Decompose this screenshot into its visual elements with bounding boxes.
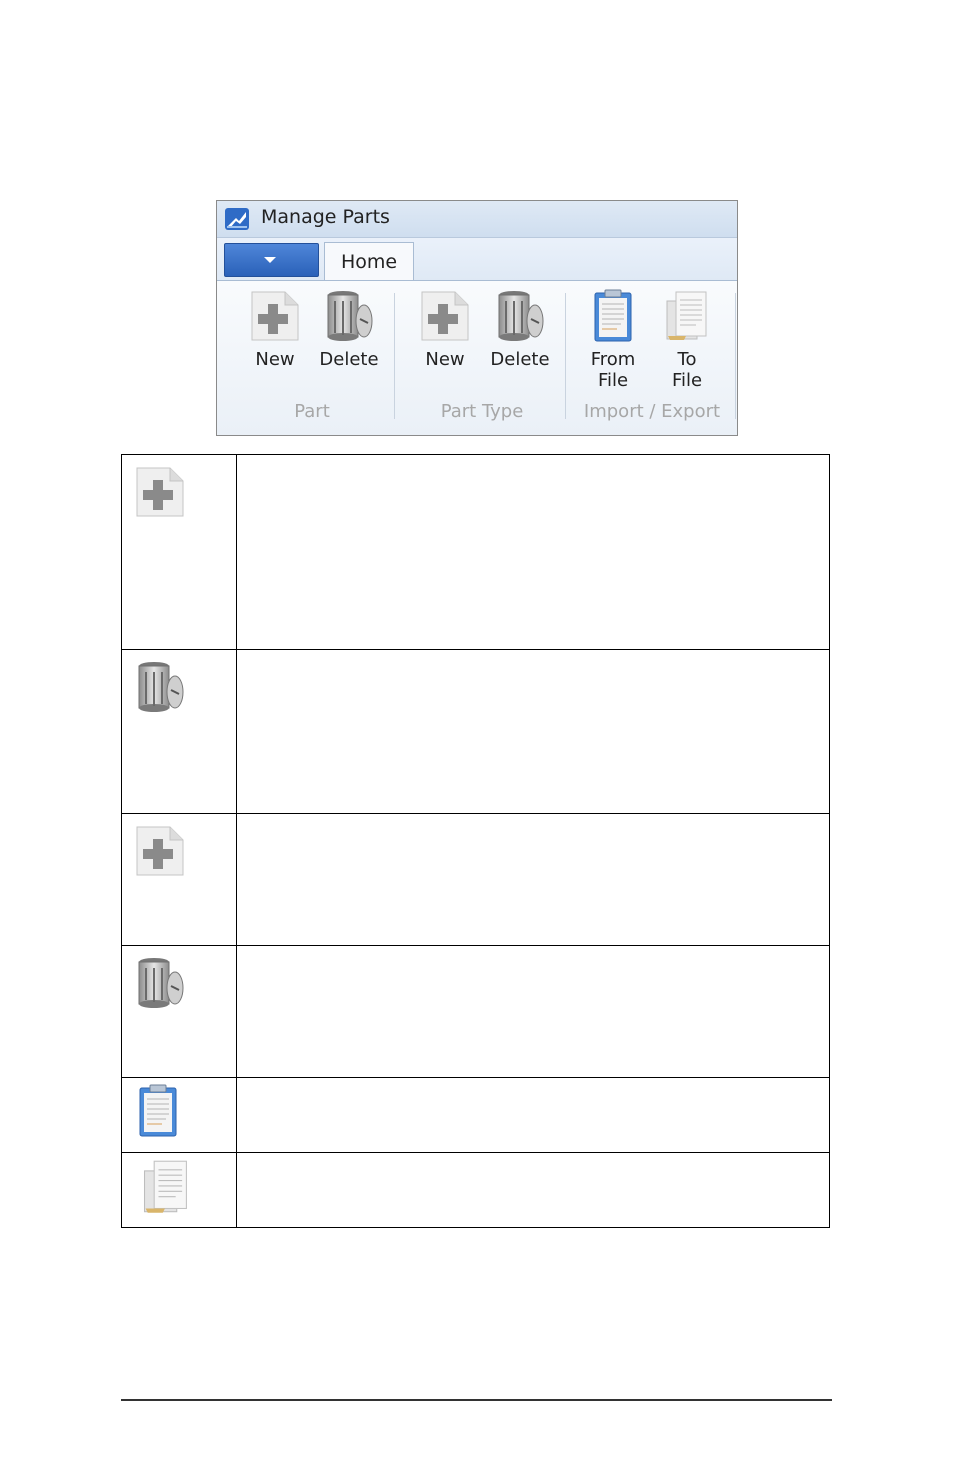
dropdown-arrow-icon bbox=[264, 257, 276, 263]
new-doc-icon bbox=[251, 291, 299, 341]
icon-cell bbox=[121, 454, 237, 650]
group-separator bbox=[735, 293, 736, 419]
table-row bbox=[121, 1152, 830, 1228]
description-cell bbox=[236, 1152, 830, 1228]
description-cell bbox=[236, 945, 830, 1078]
table-row bbox=[121, 649, 830, 814]
icon-cell bbox=[121, 813, 237, 946]
button-label: Delete bbox=[319, 349, 379, 370]
group-label-import-export: Import / Export bbox=[583, 401, 721, 422]
button-label-line2: File bbox=[597, 370, 629, 391]
button-label: New bbox=[255, 349, 295, 370]
icon-cell bbox=[121, 945, 237, 1078]
group-separator bbox=[394, 293, 395, 419]
table-row bbox=[121, 945, 830, 1078]
button-label: New bbox=[425, 349, 465, 370]
table-row bbox=[121, 454, 830, 650]
group-label-part-type: Part Type bbox=[440, 401, 524, 422]
group-label-part: Part bbox=[294, 401, 330, 422]
icon-cell bbox=[121, 649, 237, 814]
table-row bbox=[121, 1077, 830, 1153]
trash-can-icon bbox=[138, 958, 184, 1008]
description-cell bbox=[236, 649, 830, 814]
description-cell bbox=[236, 454, 830, 650]
button-label-line1: From bbox=[590, 349, 636, 370]
new-doc-icon bbox=[421, 291, 469, 341]
to-file-button[interactable]: To File bbox=[659, 289, 715, 391]
ribbon-panel: New Delete Part New Delete Part Type Fro… bbox=[217, 280, 737, 435]
button-label: Delete bbox=[490, 349, 550, 370]
manage-parts-window: Manage Parts Home New Delete Part New De… bbox=[216, 200, 738, 436]
button-description-table bbox=[121, 454, 830, 1228]
icon-cell bbox=[121, 1077, 237, 1153]
trash-can-icon bbox=[138, 662, 184, 712]
description-cell bbox=[236, 1077, 830, 1153]
title-bar: Manage Parts bbox=[217, 201, 737, 238]
documents-icon bbox=[666, 291, 707, 340]
description-cell bbox=[236, 813, 830, 946]
icon-cell bbox=[121, 1152, 237, 1228]
group-separator bbox=[565, 293, 566, 419]
documents-icon bbox=[143, 1160, 187, 1213]
table-row bbox=[121, 813, 830, 946]
clipboard-icon bbox=[139, 1084, 177, 1137]
tab-home[interactable]: Home bbox=[324, 242, 414, 281]
button-label-line1: To bbox=[677, 349, 697, 370]
clipboard-icon bbox=[594, 289, 632, 342]
new-doc-icon bbox=[136, 467, 184, 517]
from-file-button[interactable]: From File bbox=[585, 289, 641, 391]
app-logo-icon bbox=[225, 208, 249, 230]
window-title: Manage Parts bbox=[261, 206, 390, 228]
application-menu-button[interactable] bbox=[224, 243, 319, 277]
trash-can-icon bbox=[327, 291, 373, 341]
new-doc-icon bbox=[136, 826, 184, 876]
part-type-delete-button[interactable]: Delete bbox=[488, 289, 552, 370]
ribbon-tabstrip: Home bbox=[217, 238, 737, 281]
button-label-line2: File bbox=[671, 370, 703, 391]
part-new-button[interactable]: New bbox=[247, 289, 303, 370]
part-delete-button[interactable]: Delete bbox=[317, 289, 381, 370]
footer-divider bbox=[121, 1399, 832, 1401]
part-type-new-button[interactable]: New bbox=[417, 289, 473, 370]
trash-can-icon bbox=[498, 291, 544, 341]
